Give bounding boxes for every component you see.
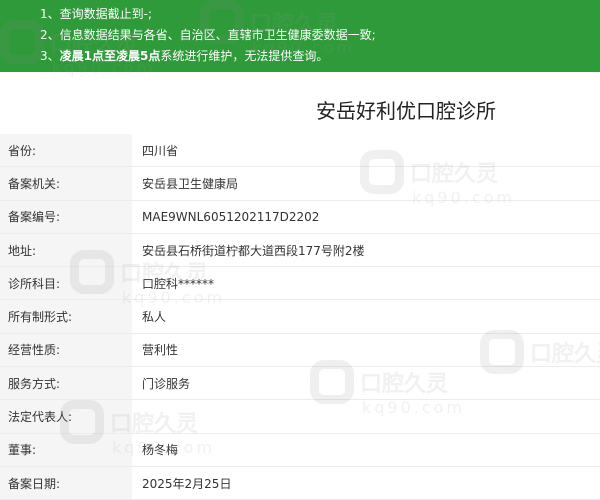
notice-num: 1、: [40, 7, 60, 21]
info-label: 所有制形式:: [0, 299, 132, 334]
notice-banner: 1、查询数据截止到-; 2、信息数据结果与各省、自治区、直辖市卫生健康委数据一致…: [0, 0, 600, 72]
info-label: 诊所科目:: [0, 266, 132, 301]
clinic-info-body: 省份: 四川省 备案机关: 安岳县卫生健康局 备案编号: MAE9WNL605120211…: [0, 134, 600, 500]
info-row: 董事: 杨冬梅: [0, 433, 600, 467]
info-value: 门诊服务: [132, 366, 600, 401]
info-value: 口腔科******: [132, 266, 600, 301]
notice-item-1: 1、查询数据截止到-;: [40, 6, 152, 22]
info-label: 省份:: [0, 134, 132, 168]
notice-text: 信息数据结果与各省、自治区、直辖市卫生健康委数据一致;: [59, 28, 376, 42]
info-value: 安岳县石桥街道柠都大道西段177号附2楼: [132, 233, 600, 268]
info-label: 服务方式:: [0, 366, 132, 401]
info-row: 法定代表人:: [0, 399, 600, 434]
info-row: 省份: 四川省: [0, 134, 600, 168]
info-label: 法定代表人:: [0, 399, 132, 434]
notice-text: 查询数据截止到-;: [59, 7, 153, 21]
notice-text: 系统进行维护，无法提供查询。: [160, 49, 329, 63]
clinic-title: 安岳好利优口腔诊所: [0, 95, 600, 124]
notice-num: 2、: [40, 28, 60, 42]
info-row: 所有制形式: 私人: [0, 299, 600, 334]
notice-item-2: 2、信息数据结果与各省、自治区、直辖市卫生健康委数据一致;: [40, 27, 376, 43]
info-row: 备案编号: MAE9WNL6051202117D2202: [0, 200, 600, 234]
info-row: 服务方式: 门诊服务: [0, 366, 600, 401]
notice-bold-text: 凌晨1点至凌晨5点: [59, 49, 161, 63]
info-value: 四川省: [132, 134, 600, 168]
info-label: 地址:: [0, 233, 132, 268]
info-label: 备案机关:: [0, 166, 132, 201]
info-row: 诊所科目: 口腔科******: [0, 266, 600, 301]
info-value: 杨冬梅: [132, 433, 600, 467]
clinic-title-text: 安岳好利优口腔诊所: [316, 99, 496, 123]
clinic-info-table: 省份: 四川省 备案机关: 安岳县卫生健康局 备案编号: MAE9WNL605120211…: [0, 134, 600, 500]
info-row: 经营性质: 营利性: [0, 333, 600, 368]
info-label: 备案日期:: [0, 466, 132, 500]
info-value: [132, 399, 600, 434]
info-value: MAE9WNL6051202117D2202: [132, 200, 600, 234]
info-value: 安岳县卫生健康局: [132, 166, 600, 201]
info-row: 地址: 安岳县石桥街道柠都大道西段177号附2楼: [0, 233, 600, 268]
info-row: 备案日期: 2025年2月25日: [0, 466, 600, 500]
info-value: 2025年2月25日: [132, 466, 600, 500]
info-label: 董事:: [0, 433, 132, 467]
notice-num: 3、: [40, 49, 60, 63]
info-label: 经营性质:: [0, 333, 132, 368]
info-value: 私人: [132, 299, 600, 334]
info-value: 营利性: [132, 333, 600, 368]
info-label: 备案编号:: [0, 200, 132, 234]
notice-item-3: 3、凌晨1点至凌晨5点系统进行维护，无法提供查询。: [40, 48, 328, 64]
info-row: 备案机关: 安岳县卫生健康局: [0, 166, 600, 201]
